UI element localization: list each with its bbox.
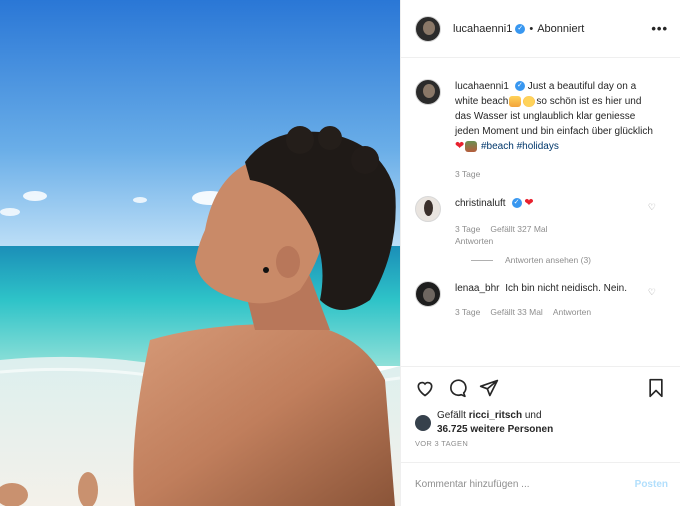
comment-body: christinaluft ✓ ❤ 3 Tage Gefällt 327 Mal A… <box>455 196 653 247</box>
hashtag-beach-link[interactable]: #beach <box>481 141 514 152</box>
comment-time[interactable]: 3 Tage <box>455 224 480 234</box>
palm-tree-emoji-icon <box>465 140 478 152</box>
comment-likes[interactable]: Gefällt 33 Mal <box>490 307 542 317</box>
caption-author-avatar[interactable] <box>415 79 441 105</box>
caption-meta: 3 Tage <box>455 168 653 180</box>
author-username[interactable]: lucahaenni1 <box>453 23 512 35</box>
post-date[interactable]: VOR 3 TAGEN <box>415 439 666 448</box>
like-heart-icon[interactable] <box>415 378 435 398</box>
post-photo[interactable] <box>0 0 400 506</box>
verified-badge-icon: ✓ <box>514 81 525 92</box>
post-comment-button[interactable]: Posten <box>635 479 668 490</box>
likes-connector: und <box>524 410 542 421</box>
comment-input[interactable] <box>415 479 635 490</box>
verified-badge-icon: ✓ <box>515 23 526 34</box>
commenter-avatar[interactable] <box>415 196 441 222</box>
commenter-username[interactable]: christinaluft <box>455 198 506 209</box>
verified-badge-icon: ✓ <box>511 198 522 209</box>
beach-emoji-icon <box>509 95 522 107</box>
save-bookmark-icon[interactable] <box>646 378 666 398</box>
red-heart-emoji-icon: ❤ <box>524 197 534 209</box>
commenter-username[interactable]: lenaa_bhr <box>455 283 499 294</box>
caption-time[interactable]: 3 Tage <box>455 169 480 179</box>
comment-item: christinaluft ✓ ❤ 3 Tage Gefällt 327 Mal A… <box>415 196 666 247</box>
comment-meta: 3 Tage Gefällt 33 Mal Antworten <box>455 306 653 318</box>
caption-body: lucahaenni1 ✓ Just a beautiful day on a w… <box>455 79 653 180</box>
commenter-avatar[interactable] <box>415 281 441 307</box>
share-paper-plane-icon[interactable] <box>479 378 499 398</box>
comment-meta: 3 Tage Gefällt 327 Mal Antworten <box>455 223 653 247</box>
comment-bubble-icon[interactable] <box>447 378 467 398</box>
liker-avatar[interactable] <box>415 415 431 431</box>
heart-eyes-emoji-icon <box>523 95 536 107</box>
like-comment-heart-icon[interactable]: ♡ <box>648 287 656 298</box>
view-replies-label: Antworten ansehen (3) <box>505 255 591 265</box>
likes-text: Gefällt ricci_ritsch und 36.725 weitere … <box>437 409 553 437</box>
comment-likes[interactable]: Gefällt 327 Mal <box>490 224 547 234</box>
reply-button[interactable]: Antworten <box>455 236 493 246</box>
comment-body: lenaa_bhr Ich bin nicht neidisch. Nein. … <box>455 281 653 318</box>
reply-button[interactable]: Antworten <box>553 307 591 317</box>
view-replies-button[interactable]: Antworten ansehen (3) <box>471 255 666 265</box>
likes-count-link[interactable]: 36.725 weitere Personen <box>437 424 553 435</box>
comments-list[interactable]: lucahaenni1 ✓ Just a beautiful day on a w… <box>401 59 680 365</box>
caption-username[interactable]: lucahaenni1 <box>455 81 509 92</box>
author-avatar[interactable] <box>415 15 441 42</box>
comment-time[interactable]: 3 Tage <box>455 307 480 317</box>
more-options-icon[interactable]: ••• <box>651 21 668 36</box>
follow-status-button[interactable]: Abonniert <box>537 23 584 35</box>
add-comment-bar: Posten <box>401 462 680 506</box>
red-heart-emoji-icon: ❤ <box>455 140 465 152</box>
likes-prefix: Gefällt <box>437 410 466 421</box>
post-header: lucahaenni1 ✓ • Abonniert ••• <box>401 0 680 58</box>
header-separator: • <box>529 22 534 35</box>
likes-summary: Gefällt ricci_ritsch und 36.725 weitere … <box>415 409 666 437</box>
instagram-post-modal: lucahaenni1 ✓ • Abonniert ••• lucahaenni… <box>0 0 680 506</box>
comment-item: lenaa_bhr Ich bin nicht neidisch. Nein. … <box>415 281 666 318</box>
beach-photo-image <box>0 0 400 506</box>
post-side-panel: lucahaenni1 ✓ • Abonniert ••• lucahaenni… <box>400 0 680 506</box>
comment-text: Ich bin nicht neidisch. Nein. <box>505 283 627 294</box>
like-comment-heart-icon[interactable]: ♡ <box>648 202 656 213</box>
post-actions: Gefällt ricci_ritsch und 36.725 weitere … <box>401 366 680 448</box>
caption: lucahaenni1 ✓ Just a beautiful day on a w… <box>415 79 666 180</box>
liker-username[interactable]: ricci_ritsch <box>469 410 522 421</box>
action-icons <box>415 377 666 399</box>
replies-divider-line <box>471 259 493 261</box>
hashtag-holidays-link[interactable]: #holidays <box>517 141 559 152</box>
